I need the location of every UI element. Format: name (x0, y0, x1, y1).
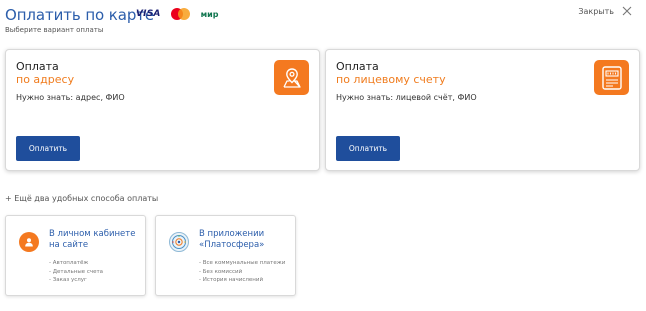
more-payment-methods-link[interactable]: + Ещё два удобных способа оплаты (5, 194, 158, 203)
close-button[interactable]: Закрыть (578, 6, 632, 16)
pay-by-address-card: Оплата по адресу Нужно знать: адрес, ФИО… (5, 49, 320, 171)
option-title: В личном кабинете на сайте (49, 229, 136, 250)
page-subtitle: Выберите вариант оплаты (5, 26, 104, 34)
mobile-app-option[interactable]: В приложении «Платосфера» - Все коммунал… (155, 215, 296, 296)
map-pin-icon (274, 60, 309, 95)
payment-systems: VISA мир (136, 8, 218, 20)
feature-item: - Все коммунальные платежи (199, 260, 286, 266)
card-title: Оплата (336, 60, 379, 73)
mastercard-logo (169, 8, 193, 20)
close-icon (622, 6, 632, 16)
personal-account-option[interactable]: В личном кабинете на сайте - Автоплатёж … (5, 215, 146, 296)
visa-logo: VISA (136, 9, 161, 19)
mir-logo: мир (200, 9, 219, 19)
pay-by-address-button[interactable]: Оплатить (16, 136, 80, 161)
feature-item: - Автоплатёж (49, 260, 89, 266)
feature-item: - История начислений (199, 277, 264, 283)
app-logo-icon (169, 232, 189, 252)
meter-icon (594, 60, 629, 95)
feature-item: - Детальные счета (49, 268, 104, 275)
user-icon (19, 232, 39, 252)
page-title: Оплатить по карте (5, 6, 155, 24)
feature-item: - Заказ услуг (49, 277, 87, 283)
header: Оплатить по карте Выберите вариант оплат… (0, 0, 646, 40)
card-accent-title: по адресу (16, 73, 75, 86)
card-accent-title: по лицевому счету (336, 73, 446, 86)
pay-by-account-button[interactable]: Оплатить (336, 136, 400, 161)
card-hint: Нужно знать: адрес, ФИО (16, 93, 125, 102)
option-features: - Автоплатёж - Детальные счета - Заказ у… (49, 259, 103, 285)
pay-by-account-card: Оплата по лицевому счету Нужно знать: ли… (325, 49, 640, 171)
close-label: Закрыть (578, 6, 614, 16)
card-hint: Нужно знать: лицевой счёт, ФИО (336, 93, 477, 102)
card-title: Оплата (16, 60, 59, 73)
option-title: В приложении «Платосфера» (199, 229, 265, 250)
feature-item: - Без комиссий (199, 268, 243, 275)
option-features: - Все коммунальные платежи - Без комисси… (199, 259, 285, 285)
